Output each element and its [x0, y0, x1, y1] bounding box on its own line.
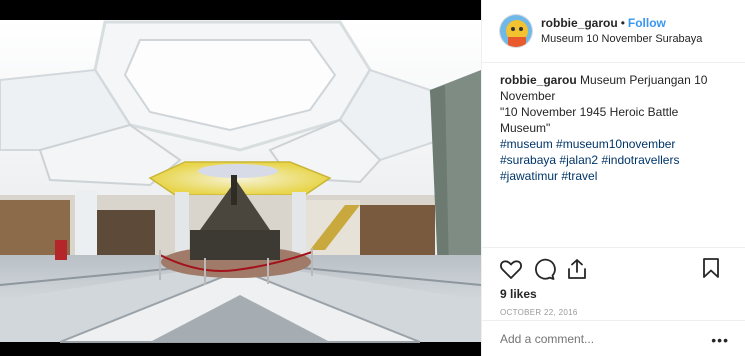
post-actions: 9 likes OCTOBER 22, 2016 — [482, 247, 745, 317]
post-date: OCTOBER 22, 2016 — [500, 308, 578, 317]
comment-input[interactable] — [500, 331, 690, 346]
caption-username[interactable]: robbie_garou — [500, 73, 577, 87]
hashtag-link[interactable]: #travel — [561, 169, 597, 183]
hashtag-link[interactable]: #museum10november — [556, 137, 675, 151]
post-header: robbie_garou • Follow Museum 10 November S… — [482, 0, 745, 63]
action-icons — [482, 248, 745, 284]
comment-bar: ••• — [482, 320, 745, 356]
instagram-post: robbie_garou • Follow Museum 10 November S… — [0, 0, 745, 356]
bookmark-icon[interactable] — [699, 256, 723, 280]
separator-dot: • — [620, 16, 625, 30]
header-text: robbie_garou • Follow Museum 10 November S… — [541, 15, 702, 47]
hashtag-link[interactable]: #indotravellers — [601, 153, 679, 167]
comment-icon[interactable] — [532, 257, 556, 281]
post-sidebar: robbie_garou • Follow Museum 10 November S… — [481, 0, 745, 356]
hashtag-link[interactable]: #jalan2 — [559, 153, 598, 167]
hashtag-link[interactable]: #jawatimur — [500, 169, 558, 183]
username-link[interactable]: robbie_garou — [541, 16, 618, 30]
likes-count[interactable]: 9 likes — [482, 286, 745, 302]
more-options-icon[interactable]: ••• — [711, 332, 729, 348]
avatar-image — [500, 15, 532, 47]
caption: robbie_garou Museum Perjuangan 10 Novemb… — [482, 63, 745, 247]
caption-line-2: "10 November 1945 Heroic Battle Museum" — [500, 105, 679, 135]
hashtag-link[interactable]: #museum — [500, 137, 553, 151]
heart-icon[interactable] — [499, 257, 523, 281]
post-photo[interactable] — [0, 0, 481, 356]
follow-button[interactable]: Follow — [628, 16, 666, 30]
location-link[interactable]: Museum 10 November Surabaya — [541, 32, 702, 47]
hashtag-link[interactable]: #surabaya — [500, 153, 556, 167]
avatar[interactable] — [499, 14, 533, 48]
museum-interior-image — [0, 0, 481, 356]
header-row: robbie_garou • Follow — [541, 15, 702, 32]
share-icon[interactable] — [565, 257, 589, 281]
